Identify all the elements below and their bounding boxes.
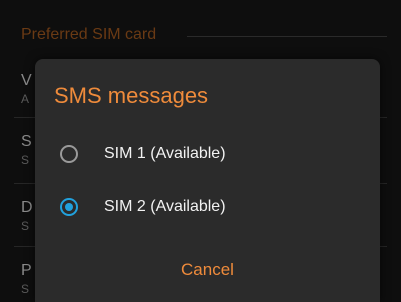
section-divider xyxy=(187,36,387,37)
option-label: SIM 2 (Available) xyxy=(104,198,226,215)
cancel-button[interactable]: Cancel xyxy=(35,252,380,288)
radio-dot xyxy=(65,203,73,211)
radio-unchecked-icon[interactable] xyxy=(60,145,78,163)
option-sim-2[interactable]: SIM 2 (Available) xyxy=(35,184,380,230)
dialog-title: SMS messages xyxy=(54,83,209,108)
option-label: SIM 1 (Available) xyxy=(104,145,226,162)
sms-messages-dialog: SMS messages SIM 1 (Available) SIM 2 (Av… xyxy=(35,59,380,302)
option-sim-1[interactable]: SIM 1 (Available) xyxy=(35,131,380,177)
section-header: Preferred SIM card xyxy=(21,26,157,43)
radio-checked-icon[interactable] xyxy=(60,198,78,216)
